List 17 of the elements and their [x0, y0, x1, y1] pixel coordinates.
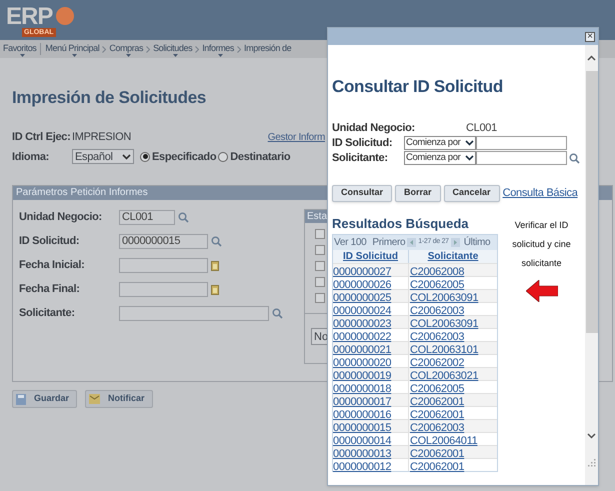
- field-label: Solicitante:: [332, 150, 389, 166]
- field-label: Fecha Final:: [19, 282, 81, 298]
- field-label: Idioma:: [12, 150, 50, 164]
- dialog-title: Consultar ID Solicitud: [332, 76, 504, 98]
- field-label: ID Solicitud:: [19, 234, 80, 250]
- field-label: ID Solicitud:: [332, 136, 394, 151]
- field-label: Unidad Negocio:: [19, 210, 103, 226]
- field-label: Fecha Inicial:: [19, 258, 86, 274]
- page-title: Impresión de Solicitudes: [12, 87, 206, 109]
- annotation-text: Verificar el ID solicitud y cine solicitante: [511, 218, 572, 270]
- radio-label: Especificado: [152, 150, 216, 164]
- field-label: Solicitante:: [19, 306, 76, 322]
- field-value: CL001: [466, 120, 497, 136]
- field-label: ID Ctrl Ejec:: [12, 130, 72, 146]
- radio-label: Destinatario: [230, 150, 290, 164]
- field-label: Unidad Negocio:: [332, 120, 416, 136]
- field-value: IMPRESION: [72, 130, 132, 146]
